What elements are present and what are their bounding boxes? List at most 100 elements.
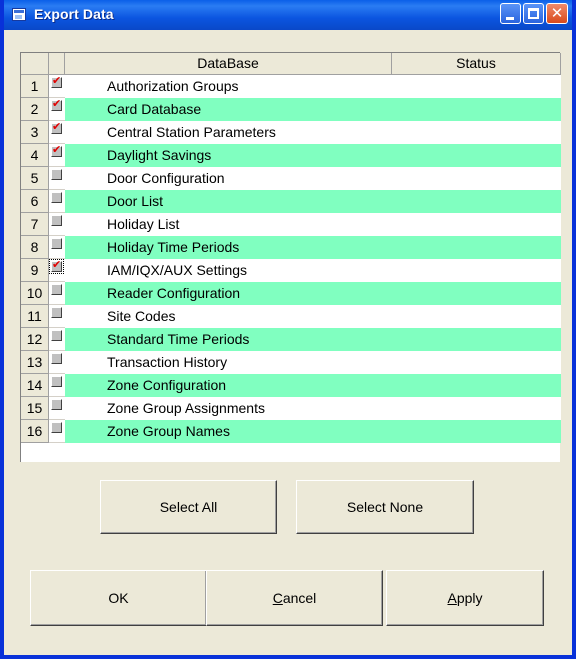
export-checkbox[interactable] bbox=[51, 284, 62, 295]
table-row[interactable]: 4 Daylight Savings bbox=[21, 143, 561, 167]
row-number: 8 bbox=[21, 236, 49, 259]
database-name: Authorization Groups bbox=[65, 75, 561, 98]
row-number: 14 bbox=[21, 374, 49, 397]
export-checkbox[interactable] bbox=[51, 238, 62, 249]
table-row[interactable]: 3 Central Station Parameters bbox=[21, 120, 561, 144]
table-row[interactable]: 16 Zone Group Names bbox=[21, 420, 561, 443]
table-row[interactable]: 11 Site Codes bbox=[21, 305, 561, 328]
row-number: 11 bbox=[21, 305, 49, 328]
row-number: 15 bbox=[21, 397, 49, 420]
database-name: Zone Group Assignments bbox=[65, 397, 561, 420]
database-name: Site Codes bbox=[65, 305, 561, 328]
window-title: Export Data bbox=[34, 6, 114, 22]
select-all-button[interactable]: Select All bbox=[100, 480, 277, 534]
maximize-icon bbox=[528, 8, 539, 19]
checkbox-cell bbox=[49, 97, 65, 121]
apply-label-rest: pply bbox=[456, 590, 483, 606]
row-number: 5 bbox=[21, 167, 49, 190]
maximize-button[interactable] bbox=[523, 3, 544, 24]
row-number: 3 bbox=[21, 121, 49, 144]
database-name: Card Database bbox=[65, 98, 561, 121]
ok-button[interactable]: OK bbox=[30, 570, 207, 626]
export-checkbox[interactable] bbox=[51, 422, 62, 433]
cancel-button[interactable]: Cancel bbox=[206, 570, 383, 626]
minimize-icon bbox=[506, 17, 514, 20]
table-row[interactable]: 8 Holiday Time Periods bbox=[21, 236, 561, 259]
close-button[interactable]: ✕ bbox=[546, 3, 568, 24]
export-checkbox[interactable] bbox=[51, 353, 62, 364]
export-checkbox[interactable] bbox=[51, 376, 62, 387]
table-row[interactable]: 10 Reader Configuration bbox=[21, 282, 561, 305]
checkbox-cell bbox=[49, 74, 65, 98]
table-row[interactable]: 5 Door Configuration bbox=[21, 167, 561, 190]
database-name: Zone Group Names bbox=[65, 420, 561, 443]
apply-mnemonic: A bbox=[447, 590, 457, 606]
apply-button[interactable]: Apply bbox=[386, 570, 544, 626]
row-number: 2 bbox=[21, 98, 49, 121]
database-name: IAM/IQX/AUX Settings bbox=[65, 259, 561, 282]
export-checkbox[interactable] bbox=[51, 399, 62, 410]
table-row[interactable]: 15 Zone Group Assignments bbox=[21, 397, 561, 420]
cancel-mnemonic: C bbox=[272, 590, 283, 606]
export-checkbox[interactable] bbox=[51, 307, 62, 318]
row-number: 6 bbox=[21, 190, 49, 213]
export-checkbox[interactable] bbox=[49, 258, 64, 274]
checkbox-cell bbox=[49, 420, 65, 443]
header-check bbox=[49, 53, 65, 75]
checkbox-cell bbox=[49, 236, 65, 259]
select-none-button[interactable]: Select None bbox=[296, 480, 474, 534]
title-bar[interactable]: Export Data ✕ bbox=[4, 0, 572, 30]
database-name: Door List bbox=[65, 190, 561, 213]
minimize-button[interactable] bbox=[500, 3, 521, 24]
row-number: 10 bbox=[21, 282, 49, 305]
app-window-icon bbox=[12, 8, 26, 21]
checkbox-cell bbox=[49, 305, 65, 328]
row-number: 9 bbox=[21, 259, 49, 282]
database-name: Central Station Parameters bbox=[65, 121, 561, 144]
row-number: 4 bbox=[21, 144, 49, 167]
checkbox-cell bbox=[49, 213, 65, 236]
header-database[interactable]: DataBase bbox=[65, 53, 392, 75]
table-row[interactable]: 9 IAM/IQX/AUX Settings bbox=[21, 258, 561, 282]
database-name: Daylight Savings bbox=[65, 144, 561, 167]
table-row[interactable]: 14 Zone Configuration bbox=[21, 374, 561, 397]
checkbox-cell bbox=[49, 397, 65, 420]
checkbox-cell bbox=[49, 143, 65, 167]
checkbox-cell bbox=[49, 351, 65, 374]
database-name: Standard Time Periods bbox=[65, 328, 561, 351]
row-number: 12 bbox=[21, 328, 49, 351]
database-name: Holiday Time Periods bbox=[65, 236, 561, 259]
table-row[interactable]: 2 Card Database bbox=[21, 97, 561, 121]
export-checkbox[interactable] bbox=[51, 97, 62, 111]
header-rownum bbox=[21, 53, 49, 75]
row-number: 1 bbox=[21, 75, 49, 98]
row-number: 7 bbox=[21, 213, 49, 236]
export-checkbox[interactable] bbox=[51, 143, 62, 157]
checkbox-cell bbox=[49, 120, 65, 144]
database-name: Reader Configuration bbox=[65, 282, 561, 305]
table-row[interactable]: 13 Transaction History bbox=[21, 351, 561, 374]
export-checkbox[interactable] bbox=[51, 330, 62, 341]
checkbox-cell bbox=[49, 258, 65, 282]
export-checkbox[interactable] bbox=[51, 120, 62, 134]
checkbox-cell bbox=[49, 167, 65, 190]
close-icon: ✕ bbox=[550, 4, 564, 22]
database-grid: DataBase Status 1 Authorization Groups 2 Ca… bbox=[20, 52, 561, 462]
export-checkbox[interactable] bbox=[51, 169, 62, 180]
checkbox-cell bbox=[49, 190, 65, 213]
table-row[interactable]: 6 Door List bbox=[21, 190, 561, 213]
checkbox-cell bbox=[49, 328, 65, 351]
header-status[interactable]: Status bbox=[392, 53, 561, 75]
database-name: Transaction History bbox=[65, 351, 561, 374]
table-row[interactable]: 12 Standard Time Periods bbox=[21, 328, 561, 351]
table-row[interactable]: 1 Authorization Groups bbox=[21, 74, 561, 98]
export-checkbox[interactable] bbox=[51, 215, 62, 226]
cancel-label-rest: ancel bbox=[282, 590, 317, 606]
checkbox-cell bbox=[49, 374, 65, 397]
checkbox-cell bbox=[49, 282, 65, 305]
export-data-window: Export Data ✕ DataBase Status 1 Authoriza… bbox=[0, 0, 576, 659]
table-row[interactable]: 7 Holiday List bbox=[21, 213, 561, 236]
export-checkbox[interactable] bbox=[51, 74, 62, 88]
export-checkbox[interactable] bbox=[51, 192, 62, 203]
database-name: Door Configuration bbox=[65, 167, 561, 190]
